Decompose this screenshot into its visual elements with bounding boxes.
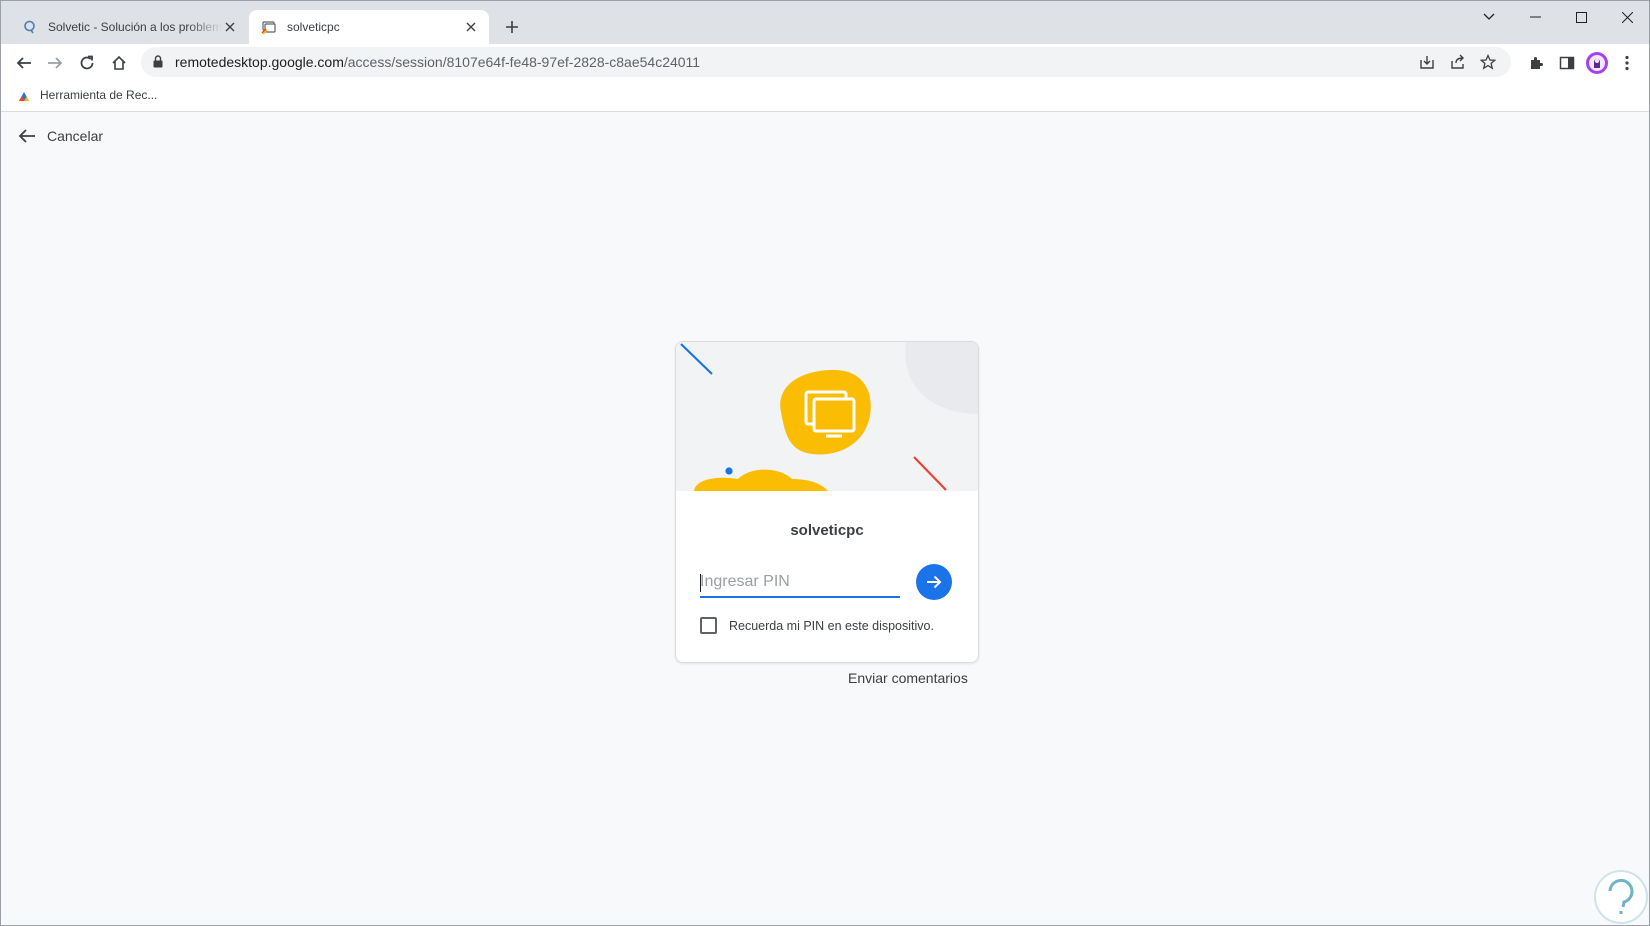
forward-button[interactable] <box>40 48 70 78</box>
remember-pin-option[interactable]: Recuerda mi PIN en este dispositivo. <box>700 617 934 634</box>
home-button[interactable] <box>104 48 134 78</box>
side-panel-icon[interactable] <box>1552 48 1582 78</box>
send-feedback-link[interactable]: Enviar comentarios <box>848 670 968 686</box>
close-window-button[interactable] <box>1604 1 1649 33</box>
bookmarks-bar: Herramienta de Rec... <box>1 81 1649 112</box>
tab-title: Solvetic - Solución a los problemas <box>48 20 222 34</box>
close-tab-icon[interactable] <box>222 19 238 35</box>
cancel-button[interactable]: Cancelar <box>18 127 103 145</box>
tab-search-icon[interactable] <box>1466 1 1512 33</box>
browser-window: Solvetic - Solución a los problemas solv… <box>0 0 1650 926</box>
menu-icon[interactable] <box>1612 48 1642 78</box>
remote-desktop-icon <box>261 19 277 35</box>
pin-dialog-card: solveticpc Recuerda mi PIN en este dispo… <box>675 341 979 663</box>
bookmark-item[interactable]: Herramienta de Rec... <box>16 87 157 103</box>
address-bar[interactable]: remotedesktop.google.com/access/session/… <box>141 47 1511 77</box>
reload-button[interactable] <box>72 48 102 78</box>
minimize-button[interactable] <box>1512 1 1558 33</box>
solvetic-icon <box>22 19 38 35</box>
maximize-button[interactable] <box>1558 1 1604 33</box>
pin-input[interactable] <box>700 568 900 598</box>
bookmark-star-icon[interactable] <box>1479 53 1497 71</box>
text-caret <box>700 574 701 592</box>
remote-desktop-icon <box>16 87 32 103</box>
bookmark-label: Herramienta de Rec... <box>40 88 158 102</box>
back-button[interactable] <box>9 48 39 78</box>
close-tab-icon[interactable] <box>463 19 479 35</box>
lock-icon[interactable] <box>153 55 163 73</box>
share-icon[interactable] <box>1449 53 1467 71</box>
solvetic-watermark-logo <box>1593 869 1649 925</box>
browser-toolbar: remotedesktop.google.com/access/session/… <box>1 44 1649 81</box>
tab-title: solveticpc <box>287 20 340 34</box>
tab-solveticpc[interactable]: solveticpc <box>249 10 489 44</box>
extensions-icon[interactable] <box>1521 48 1551 78</box>
host-name: solveticpc <box>790 522 864 539</box>
install-app-icon[interactable] <box>1418 53 1436 71</box>
remote-desktop-illustration <box>676 342 978 491</box>
remember-pin-checkbox[interactable] <box>700 617 717 634</box>
page-content: Cancelar solveticpc Recuerda mi PIN en e… <box>1 112 1649 925</box>
remember-pin-label: Recuerda mi PIN en este dispositivo. <box>729 618 934 633</box>
connect-button[interactable] <box>916 564 952 600</box>
arrow-right-icon <box>927 575 942 589</box>
new-tab-button[interactable] <box>500 15 524 39</box>
profile-avatar[interactable] <box>1582 48 1612 78</box>
cancel-label: Cancelar <box>47 128 104 144</box>
back-arrow-icon <box>18 127 36 145</box>
tab-strip: Solvetic - Solución a los problemas solv… <box>1 1 1649 44</box>
tab-solvetic[interactable]: Solvetic - Solución a los problemas <box>10 10 248 44</box>
url-text[interactable]: remotedesktop.google.com/access/session/… <box>175 54 700 70</box>
